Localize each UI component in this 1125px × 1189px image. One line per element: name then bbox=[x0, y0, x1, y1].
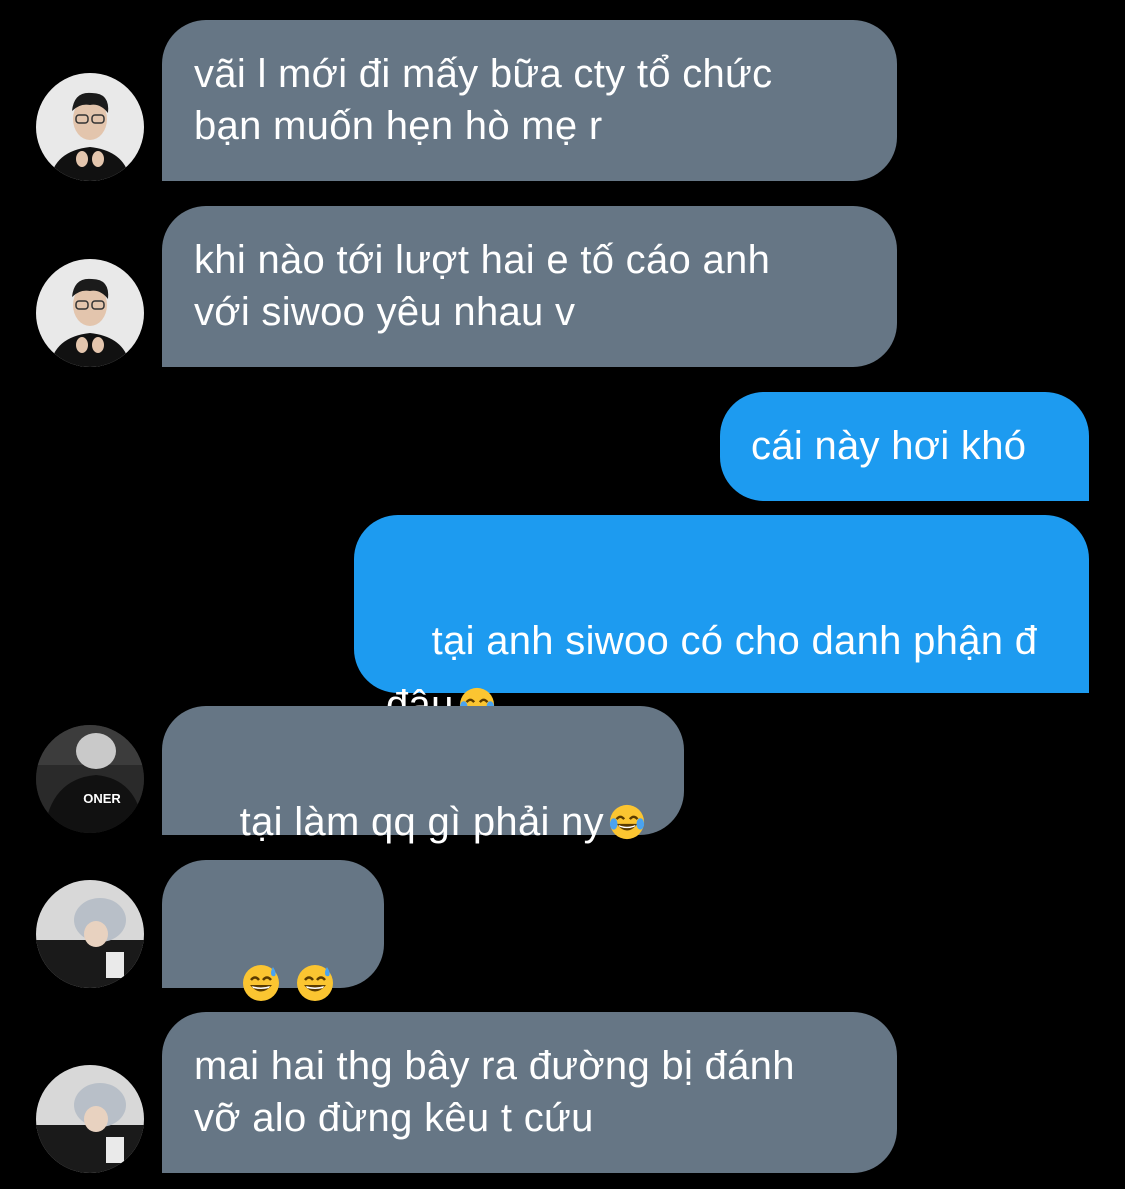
message-bubble[interactable] bbox=[162, 860, 384, 1053]
sender-avatar[interactable] bbox=[36, 259, 144, 367]
message-bubble[interactable]: tại làm qq gì phải ny bbox=[162, 706, 684, 844]
jersey-text: ONER bbox=[83, 791, 121, 806]
message-bubble[interactable]: tại anh siwoo có cho danh phận đ đâu bbox=[354, 515, 1089, 727]
chat-thread: vãi l mới đi mấy bữa cty tổ chức bạn muố… bbox=[0, 0, 1125, 1189]
message-bubble[interactable]: mai hai thg bây ra đường bị đánh vỡ alo … bbox=[162, 1012, 897, 1173]
message-bubble[interactable]: vãi l mới đi mấy bữa cty tổ chức bạn muố… bbox=[162, 20, 897, 181]
grinning-face-with-sweat-icon bbox=[296, 965, 333, 1001]
face-with-tears-of-joy-icon bbox=[609, 804, 645, 840]
sender-avatar[interactable] bbox=[36, 880, 144, 988]
sender-avatar[interactable] bbox=[36, 73, 144, 181]
sender-avatar[interactable]: ONER bbox=[36, 725, 144, 833]
message-text: tại làm qq gì phải ny bbox=[239, 800, 604, 844]
message-bubble[interactable]: cái này hơi khó bbox=[720, 392, 1089, 501]
message-bubble[interactable]: khi nào tới lượt hai e tố cáo anh với si… bbox=[162, 206, 897, 367]
sender-avatar[interactable] bbox=[36, 1065, 144, 1173]
grinning-face-with-sweat-icon bbox=[242, 965, 279, 1001]
